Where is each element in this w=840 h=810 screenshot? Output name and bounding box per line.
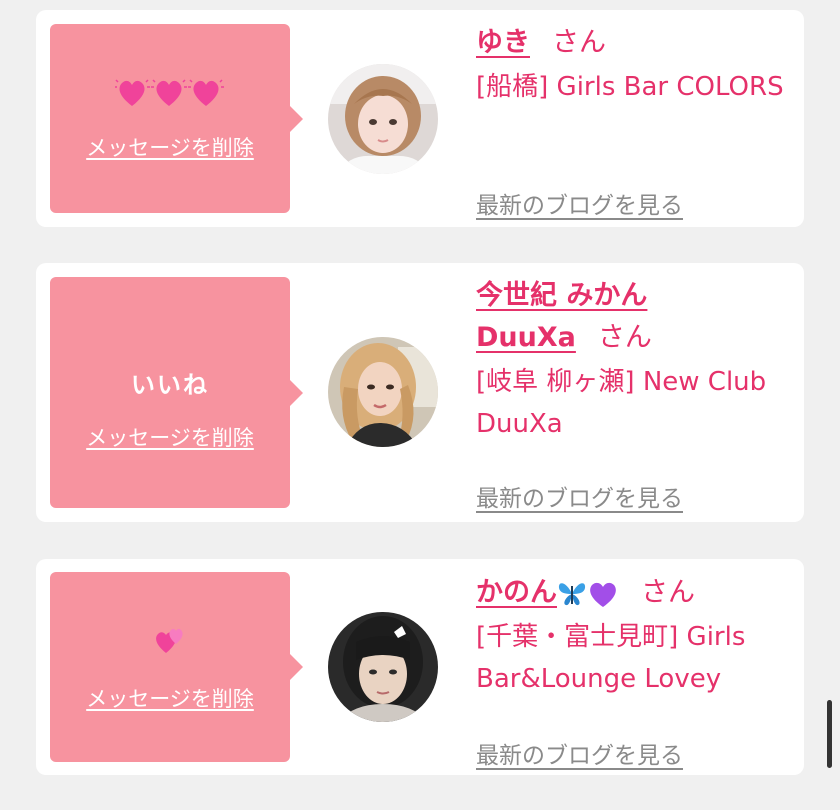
shop-name: [船橋] Girls Bar COLORS xyxy=(476,72,784,102)
message-emoji xyxy=(50,76,290,110)
honorific: さん xyxy=(552,27,606,58)
shop-name: [岐阜 柳ヶ瀬] New Club DuuXa xyxy=(476,367,767,439)
cast-name-link[interactable]: かのん xyxy=(476,577,619,608)
message-text: いいね xyxy=(131,371,209,399)
heart-icons xyxy=(115,79,224,106)
delete-message-link[interactable]: メッセージを削除 xyxy=(50,132,290,162)
purple-heart-icon xyxy=(590,582,616,607)
avatar[interactable] xyxy=(328,337,438,447)
message-bubble: メッセージを削除 xyxy=(50,24,303,213)
cast-info: かのん さん [千葉・富士見町] Girls Bar&Lounge Lovey 最… xyxy=(476,572,786,769)
message-emoji xyxy=(50,626,290,656)
cast-name-link[interactable]: ゆき xyxy=(476,27,530,58)
cast-info: ゆき さん [船橋] Girls Bar COLORS 最新のブログを見る xyxy=(476,22,786,219)
message-bubble: メッセージを削除 xyxy=(50,572,303,762)
latest-blog-link[interactable]: 最新のブログを見る xyxy=(476,479,683,513)
growing-heart-icon xyxy=(115,79,150,106)
growing-heart-icon xyxy=(188,79,224,106)
growing-heart-icon xyxy=(151,79,187,106)
avatar[interactable] xyxy=(328,612,438,722)
shop-name: [千葉・富士見町] Girls Bar&Lounge Lovey xyxy=(476,622,746,694)
cast-name-text: かのん xyxy=(476,577,557,608)
delete-message-link[interactable]: メッセージを削除 xyxy=(50,422,290,452)
honorific: さん xyxy=(597,322,652,353)
scrollbar[interactable] xyxy=(827,700,832,768)
latest-blog-link[interactable]: 最新のブログを見る xyxy=(476,186,683,220)
honorific: さん xyxy=(641,577,695,608)
message-bubble: いいね メッセージを削除 xyxy=(50,277,303,508)
cast-info: 今世紀 みかん DuuXa さん [岐阜 柳ヶ瀬] New Club DuuXa … xyxy=(476,275,786,512)
message-card: メッセージを削除 ゆき さん [船橋] Girls Bar COLORS 最新のブ… xyxy=(36,10,804,227)
butterfly-icon xyxy=(558,582,586,605)
delete-message-link[interactable]: メッセージを削除 xyxy=(50,683,290,713)
message-card: メッセージを削除 かのん さん [千葉・富士見町] Girls Bar&Loung… xyxy=(36,559,804,775)
avatar[interactable] xyxy=(328,64,438,174)
message-card: いいね メッセージを削除 今世紀 みかん DuuXa さん [岐阜 柳ヶ瀬] Ne… xyxy=(36,263,804,522)
latest-blog-link[interactable]: 最新のブログを見る xyxy=(476,736,683,770)
two-hearts-icon xyxy=(156,628,183,653)
